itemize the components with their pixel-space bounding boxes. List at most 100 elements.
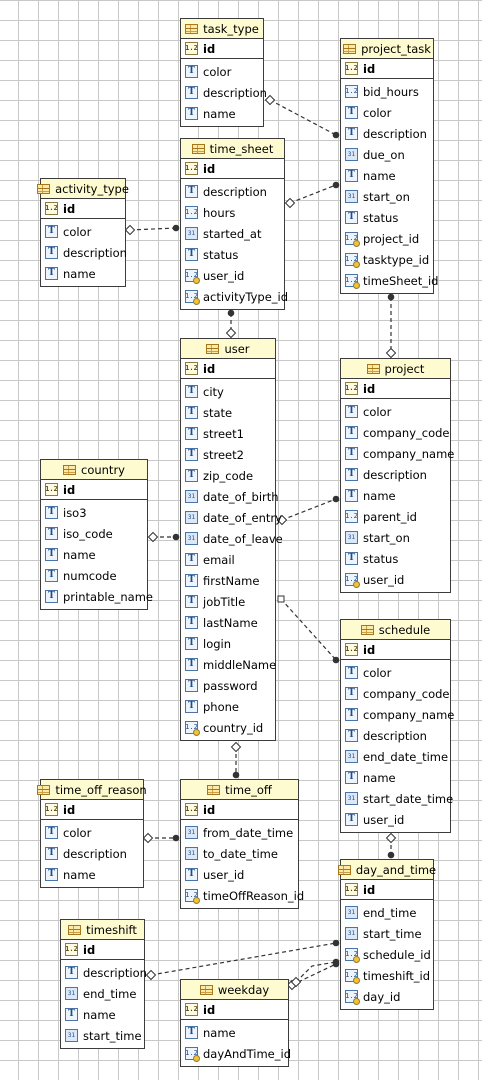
primary-key-row[interactable]: 1.2 id bbox=[181, 1000, 288, 1020]
attribute-row[interactable]: Tdescription bbox=[41, 843, 143, 864]
primary-key-row[interactable]: 1.2 id bbox=[181, 359, 275, 379]
attribute-row[interactable]: Tname bbox=[341, 767, 450, 788]
attribute-row[interactable]: Tcompany_code bbox=[341, 422, 450, 443]
attribute-row[interactable]: TjobTitle bbox=[181, 591, 275, 612]
primary-key-row[interactable]: 1.2 id bbox=[41, 480, 147, 500]
attribute-row[interactable]: Tprintable_name bbox=[41, 586, 153, 607]
attribute-row[interactable]: Tiso3 bbox=[41, 502, 147, 523]
primary-key-row[interactable]: 1.2 id bbox=[181, 800, 298, 820]
attribute-row[interactable]: Tstatus bbox=[181, 244, 284, 265]
attribute-row[interactable]: Tname bbox=[61, 1004, 144, 1025]
attribute-row[interactable]: Tcolor bbox=[341, 102, 433, 123]
attribute-row[interactable]: 31 end_time bbox=[61, 983, 144, 1004]
entity-header[interactable]: activity_type bbox=[37, 179, 129, 199]
attribute-row[interactable]: Tname bbox=[41, 263, 125, 284]
attribute-row[interactable]: 31 date_of_birth bbox=[181, 486, 279, 507]
attribute-row[interactable]: Tstatus bbox=[341, 207, 433, 228]
attribute-row[interactable]: 31 to_date_time bbox=[181, 843, 298, 864]
attribute-row[interactable]: Tname bbox=[41, 864, 143, 885]
attribute-row[interactable]: Tcompany_name bbox=[341, 704, 454, 725]
primary-key-row[interactable]: 1.2 id bbox=[341, 59, 433, 79]
attribute-row[interactable]: 1.2 activityType_id bbox=[181, 286, 288, 307]
attribute-row[interactable]: Tpassword bbox=[181, 675, 275, 696]
entity-header[interactable]: schedule bbox=[341, 620, 450, 640]
attribute-row[interactable]: 1.2 timeshift_id bbox=[341, 965, 433, 986]
attribute-row[interactable]: Tuser_id bbox=[341, 809, 450, 830]
entity-header[interactable]: time_off_reason bbox=[37, 780, 147, 800]
attribute-row[interactable]: 31 start_time bbox=[341, 923, 433, 944]
attribute-row[interactable]: Tname bbox=[41, 544, 147, 565]
attribute-row[interactable]: 31 start_time bbox=[61, 1025, 144, 1046]
attribute-row[interactable]: Tdescription bbox=[181, 82, 267, 103]
attribute-row[interactable]: Temail bbox=[181, 549, 275, 570]
entity-header[interactable]: timeshift bbox=[61, 920, 144, 940]
attribute-row[interactable]: 31 start_on bbox=[341, 186, 433, 207]
primary-key-row[interactable]: 1.2 id bbox=[341, 640, 450, 660]
attribute-row[interactable]: Tcolor bbox=[41, 822, 143, 843]
primary-key-row[interactable]: 1.2 id bbox=[61, 940, 144, 960]
relationship-line[interactable] bbox=[295, 961, 337, 983]
attribute-row[interactable]: Tstatus bbox=[341, 548, 450, 569]
entity-header[interactable]: country bbox=[41, 460, 147, 480]
entity-day_and_time[interactable]: day_and_time 1.2 id 31 end_time 31 start_time 1… bbox=[337, 859, 436, 1010]
primary-key-row[interactable]: 1.2 id bbox=[41, 800, 143, 820]
attribute-row[interactable]: 1.2 timeSheet_id bbox=[341, 270, 438, 291]
attribute-row[interactable]: 31 started_at bbox=[181, 223, 284, 244]
attribute-row[interactable]: Tstreet2 bbox=[181, 444, 275, 465]
primary-key-row[interactable]: 1.2 id bbox=[341, 880, 433, 900]
attribute-row[interactable]: 31 end_time bbox=[341, 902, 433, 923]
attribute-row[interactable]: 1.2 schedule_id bbox=[341, 944, 433, 965]
attribute-row[interactable]: 31 start_date_time bbox=[341, 788, 453, 809]
attribute-row[interactable]: TfirstName bbox=[181, 570, 275, 591]
attribute-row[interactable]: 31 date_of_entry bbox=[181, 507, 282, 528]
entity-header[interactable]: project_task bbox=[341, 39, 433, 59]
attribute-row[interactable]: Tname bbox=[181, 103, 263, 124]
relationship-line[interactable] bbox=[289, 184, 337, 204]
attribute-row[interactable]: Tdescription bbox=[61, 962, 147, 983]
attribute-row[interactable]: 31 due_on bbox=[341, 144, 433, 165]
attribute-row[interactable]: Tdescription bbox=[181, 181, 284, 202]
entity-header[interactable]: day_and_time bbox=[337, 860, 436, 880]
entity-header[interactable]: user bbox=[181, 339, 275, 359]
attribute-row[interactable]: Tstate bbox=[181, 402, 275, 423]
entity-activity_type[interactable]: activity_type 1.2 id Tcolor Tdescription Tnam… bbox=[37, 178, 129, 287]
entity-header[interactable]: weekday bbox=[181, 980, 288, 1000]
primary-key-row[interactable]: 1.2 id bbox=[41, 199, 125, 219]
attribute-row[interactable]: Tname bbox=[341, 165, 433, 186]
attribute-row[interactable]: 1.2 parent_id bbox=[341, 506, 450, 527]
attribute-row[interactable]: Tcolor bbox=[41, 221, 125, 242]
attribute-row[interactable]: 1.2 timeOffReason_id bbox=[181, 885, 304, 906]
attribute-row[interactable]: 31 start_on bbox=[341, 527, 450, 548]
entity-header[interactable]: time_sheet bbox=[181, 139, 284, 159]
attribute-row[interactable]: Tdescription bbox=[341, 123, 433, 144]
entity-user[interactable]: user 1.2 id Tcity Tstate Tstreet1 Tstreet2 Tzip… bbox=[180, 338, 283, 741]
entity-header[interactable]: time_off bbox=[181, 780, 298, 800]
attribute-row[interactable]: Tcompany_name bbox=[341, 443, 454, 464]
attribute-row[interactable]: Tcolor bbox=[341, 401, 450, 422]
attribute-row[interactable]: 1.2 tasktype_id bbox=[341, 249, 433, 270]
attribute-row[interactable]: Tiso_code bbox=[41, 523, 147, 544]
attribute-row[interactable]: Tdescription bbox=[41, 242, 127, 263]
attribute-row[interactable]: Tcolor bbox=[181, 61, 263, 82]
attribute-row[interactable]: 1.2 dayAndTime_id bbox=[181, 1043, 291, 1064]
primary-key-row[interactable]: 1.2 id bbox=[341, 379, 450, 399]
entity-header[interactable]: project bbox=[341, 359, 450, 379]
attribute-row[interactable]: Tuser_id bbox=[181, 864, 298, 885]
attribute-row[interactable]: Tzip_code bbox=[181, 465, 275, 486]
attribute-row[interactable]: 31 end_date_time bbox=[341, 746, 450, 767]
attribute-row[interactable]: 1.2 project_id bbox=[341, 228, 433, 249]
relationship-line[interactable] bbox=[281, 498, 337, 521]
attribute-row[interactable]: TlastName bbox=[181, 612, 275, 633]
entity-time_off_reason[interactable]: time_off_reason 1.2 id Tcolor Tdescription Tn… bbox=[37, 779, 147, 888]
entity-country[interactable]: country 1.2 id Tiso3 Tiso_code Tname Tnumcode T… bbox=[40, 459, 153, 610]
attribute-row[interactable]: Tname bbox=[181, 1022, 288, 1043]
entity-weekday[interactable]: weekday 1.2 id Tname 1.2 dayAndTime_id bbox=[180, 979, 291, 1067]
relationship-line[interactable] bbox=[129, 227, 177, 231]
relationship-line[interactable] bbox=[280, 598, 337, 661]
attribute-row[interactable]: Tphone bbox=[181, 696, 275, 717]
entity-schedule[interactable]: schedule 1.2 id Tcolor Tcompany_code Tcompany… bbox=[340, 619, 454, 833]
attribute-row[interactable]: 1.2 country_id bbox=[181, 717, 275, 738]
attribute-row[interactable]: 1.2 hours bbox=[181, 202, 284, 223]
attribute-row[interactable]: Tdescription bbox=[341, 464, 450, 485]
attribute-row[interactable]: TmiddleName bbox=[181, 654, 276, 675]
